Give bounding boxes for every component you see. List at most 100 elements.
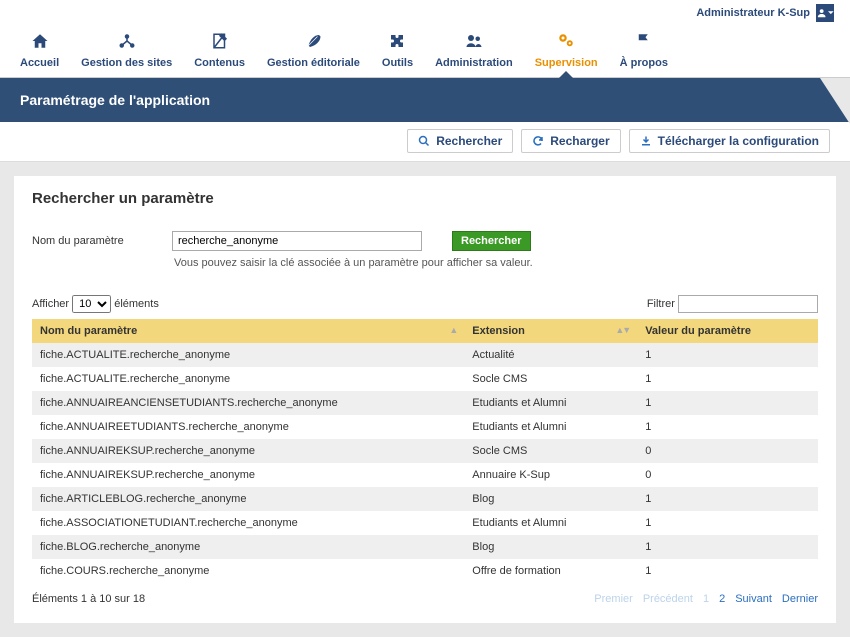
main-nav: Accueil Gestion des sites Contenus Gesti…	[0, 26, 850, 78]
nav-sites[interactable]: Gestion des sites	[77, 30, 176, 77]
cell-name: fiche.ANNUAIREKSUP.recherche_anonyme	[32, 439, 464, 463]
table-row: fiche.ARTICLEBLOG.recherche_anonymeBlog1	[32, 487, 818, 511]
table-row: fiche.ANNUAIREANCIENSETUDIANTS.recherche…	[32, 391, 818, 415]
page-next[interactable]: Suivant	[735, 593, 772, 605]
cell-name: fiche.ACTUALITE.recherche_anonyme	[32, 367, 464, 391]
cell-extension: Blog	[464, 487, 637, 511]
cell-extension: Actualité	[464, 343, 637, 367]
cell-name: fiche.BLOG.recherche_anonyme	[32, 535, 464, 559]
cell-name: fiche.COURS.recherche_anonyme	[32, 559, 464, 583]
download-config-button[interactable]: Télécharger la configuration	[629, 129, 830, 153]
cell-name: fiche.ANNUAIREETUDIANTS.recherche_anonym…	[32, 415, 464, 439]
user-name[interactable]: Administrateur K-Sup	[696, 7, 810, 19]
nav-supervision[interactable]: Supervision	[531, 30, 602, 77]
filter-wrap: Filtrer	[647, 295, 818, 313]
search-action-button[interactable]: Rechercher	[407, 129, 513, 153]
cell-extension: Etudiants et Alumni	[464, 391, 637, 415]
nav-label: Administration	[435, 57, 513, 69]
nav-label: À propos	[620, 57, 668, 69]
col-extension[interactable]: Extension▲▼	[464, 319, 637, 343]
cell-value: 1	[637, 343, 818, 367]
cell-value: 1	[637, 415, 818, 439]
cell-extension: Socle CMS	[464, 367, 637, 391]
col-name[interactable]: Nom du paramètre▲	[32, 319, 464, 343]
cell-extension: Offre de formation	[464, 559, 637, 583]
nav-outils[interactable]: Outils	[378, 30, 417, 77]
param-name-label: Nom du paramètre	[32, 235, 142, 247]
cell-value: 0	[637, 463, 818, 487]
cell-name: fiche.ANNUAIREKSUP.recherche_anonyme	[32, 463, 464, 487]
sort-icon: ▲▼	[615, 325, 629, 335]
table-row: fiche.ANNUAIREETUDIANTS.recherche_anonym…	[32, 415, 818, 439]
caret-down-icon	[828, 10, 834, 16]
sort-asc-icon: ▲	[449, 325, 456, 335]
section-heading: Rechercher un paramètre	[32, 190, 818, 207]
download-icon	[640, 135, 652, 147]
show-entries: Afficher 10 éléments	[32, 295, 159, 313]
flag-icon	[634, 32, 654, 55]
table-row: fiche.ACTUALITE.recherche_anonymeSocle C…	[32, 367, 818, 391]
cell-extension: Etudiants et Alumni	[464, 415, 637, 439]
contenus-icon	[210, 32, 230, 55]
cell-value: 1	[637, 391, 818, 415]
cell-name: fiche.ASSOCIATIONETUDIANT.recherche_anon…	[32, 511, 464, 535]
table-row: fiche.ANNUAIREKSUP.recherche_anonymeSocl…	[32, 439, 818, 463]
table-info: Éléments 1 à 10 sur 18	[32, 593, 145, 605]
show-prefix: Afficher	[32, 298, 69, 310]
table-row: fiche.ACTUALITE.recherche_anonymeActuali…	[32, 343, 818, 367]
cell-value: 1	[637, 367, 818, 391]
cell-extension: Annuaire K-Sup	[464, 463, 637, 487]
nav-about[interactable]: À propos	[616, 30, 672, 77]
cell-value: 1	[637, 487, 818, 511]
nav-contenus[interactable]: Contenus	[190, 30, 249, 77]
cell-value: 0	[637, 439, 818, 463]
page-first[interactable]: Premier	[594, 593, 633, 605]
page-last[interactable]: Dernier	[782, 593, 818, 605]
filter-label: Filtrer	[647, 298, 675, 310]
cell-value: 1	[637, 511, 818, 535]
page-size-select[interactable]: 10	[72, 295, 111, 313]
nav-label: Accueil	[20, 57, 59, 69]
table-row: fiche.BLOG.recherche_anonymeBlog1	[32, 535, 818, 559]
nav-label: Outils	[382, 57, 413, 69]
button-label: Télécharger la configuration	[658, 134, 819, 148]
search-icon	[418, 135, 430, 147]
table-row: fiche.ASSOCIATIONETUDIANT.recherche_anon…	[32, 511, 818, 535]
show-suffix: éléments	[114, 298, 159, 310]
table-row: fiche.COURS.recherche_anonymeOffre de fo…	[32, 559, 818, 583]
gears-icon	[556, 32, 576, 55]
search-hint: Vous pouvez saisir la clé associée à un …	[174, 257, 818, 269]
sites-icon	[117, 32, 137, 55]
button-label: Recharger	[550, 134, 609, 148]
user-menu-button[interactable]	[816, 4, 834, 22]
nav-editorial[interactable]: Gestion éditoriale	[263, 30, 364, 77]
feather-icon	[303, 32, 323, 55]
pagination: Premier Précédent 1 2 Suivant Dernier	[594, 593, 818, 605]
params-table: Nom du paramètre▲ Extension▲▼ Valeur du …	[32, 319, 818, 583]
cell-extension: Blog	[464, 535, 637, 559]
filter-input[interactable]	[678, 295, 818, 313]
page-1[interactable]: 1	[703, 593, 709, 605]
nav-accueil[interactable]: Accueil	[16, 30, 63, 77]
cell-extension: Socle CMS	[464, 439, 637, 463]
cell-extension: Etudiants et Alumni	[464, 511, 637, 535]
cell-name: fiche.ANNUAIREANCIENSETUDIANTS.recherche…	[32, 391, 464, 415]
param-name-input[interactable]	[172, 231, 422, 251]
page-2[interactable]: 2	[719, 593, 725, 605]
col-value[interactable]: Valeur du paramètre	[637, 319, 818, 343]
users-icon	[464, 32, 484, 55]
nav-label: Supervision	[535, 57, 598, 69]
page-title: Paramétrage de l'application	[0, 78, 850, 122]
nav-administration[interactable]: Administration	[431, 30, 517, 77]
page-prev[interactable]: Précédent	[643, 593, 693, 605]
nav-label: Contenus	[194, 57, 245, 69]
home-icon	[30, 32, 50, 55]
search-button[interactable]: Rechercher	[452, 231, 531, 251]
cell-name: fiche.ARTICLEBLOG.recherche_anonyme	[32, 487, 464, 511]
user-icon	[816, 7, 827, 19]
reload-button[interactable]: Recharger	[521, 129, 620, 153]
cell-name: fiche.ACTUALITE.recherche_anonyme	[32, 343, 464, 367]
button-label: Rechercher	[436, 134, 502, 148]
nav-label: Gestion éditoriale	[267, 57, 360, 69]
cell-value: 1	[637, 535, 818, 559]
